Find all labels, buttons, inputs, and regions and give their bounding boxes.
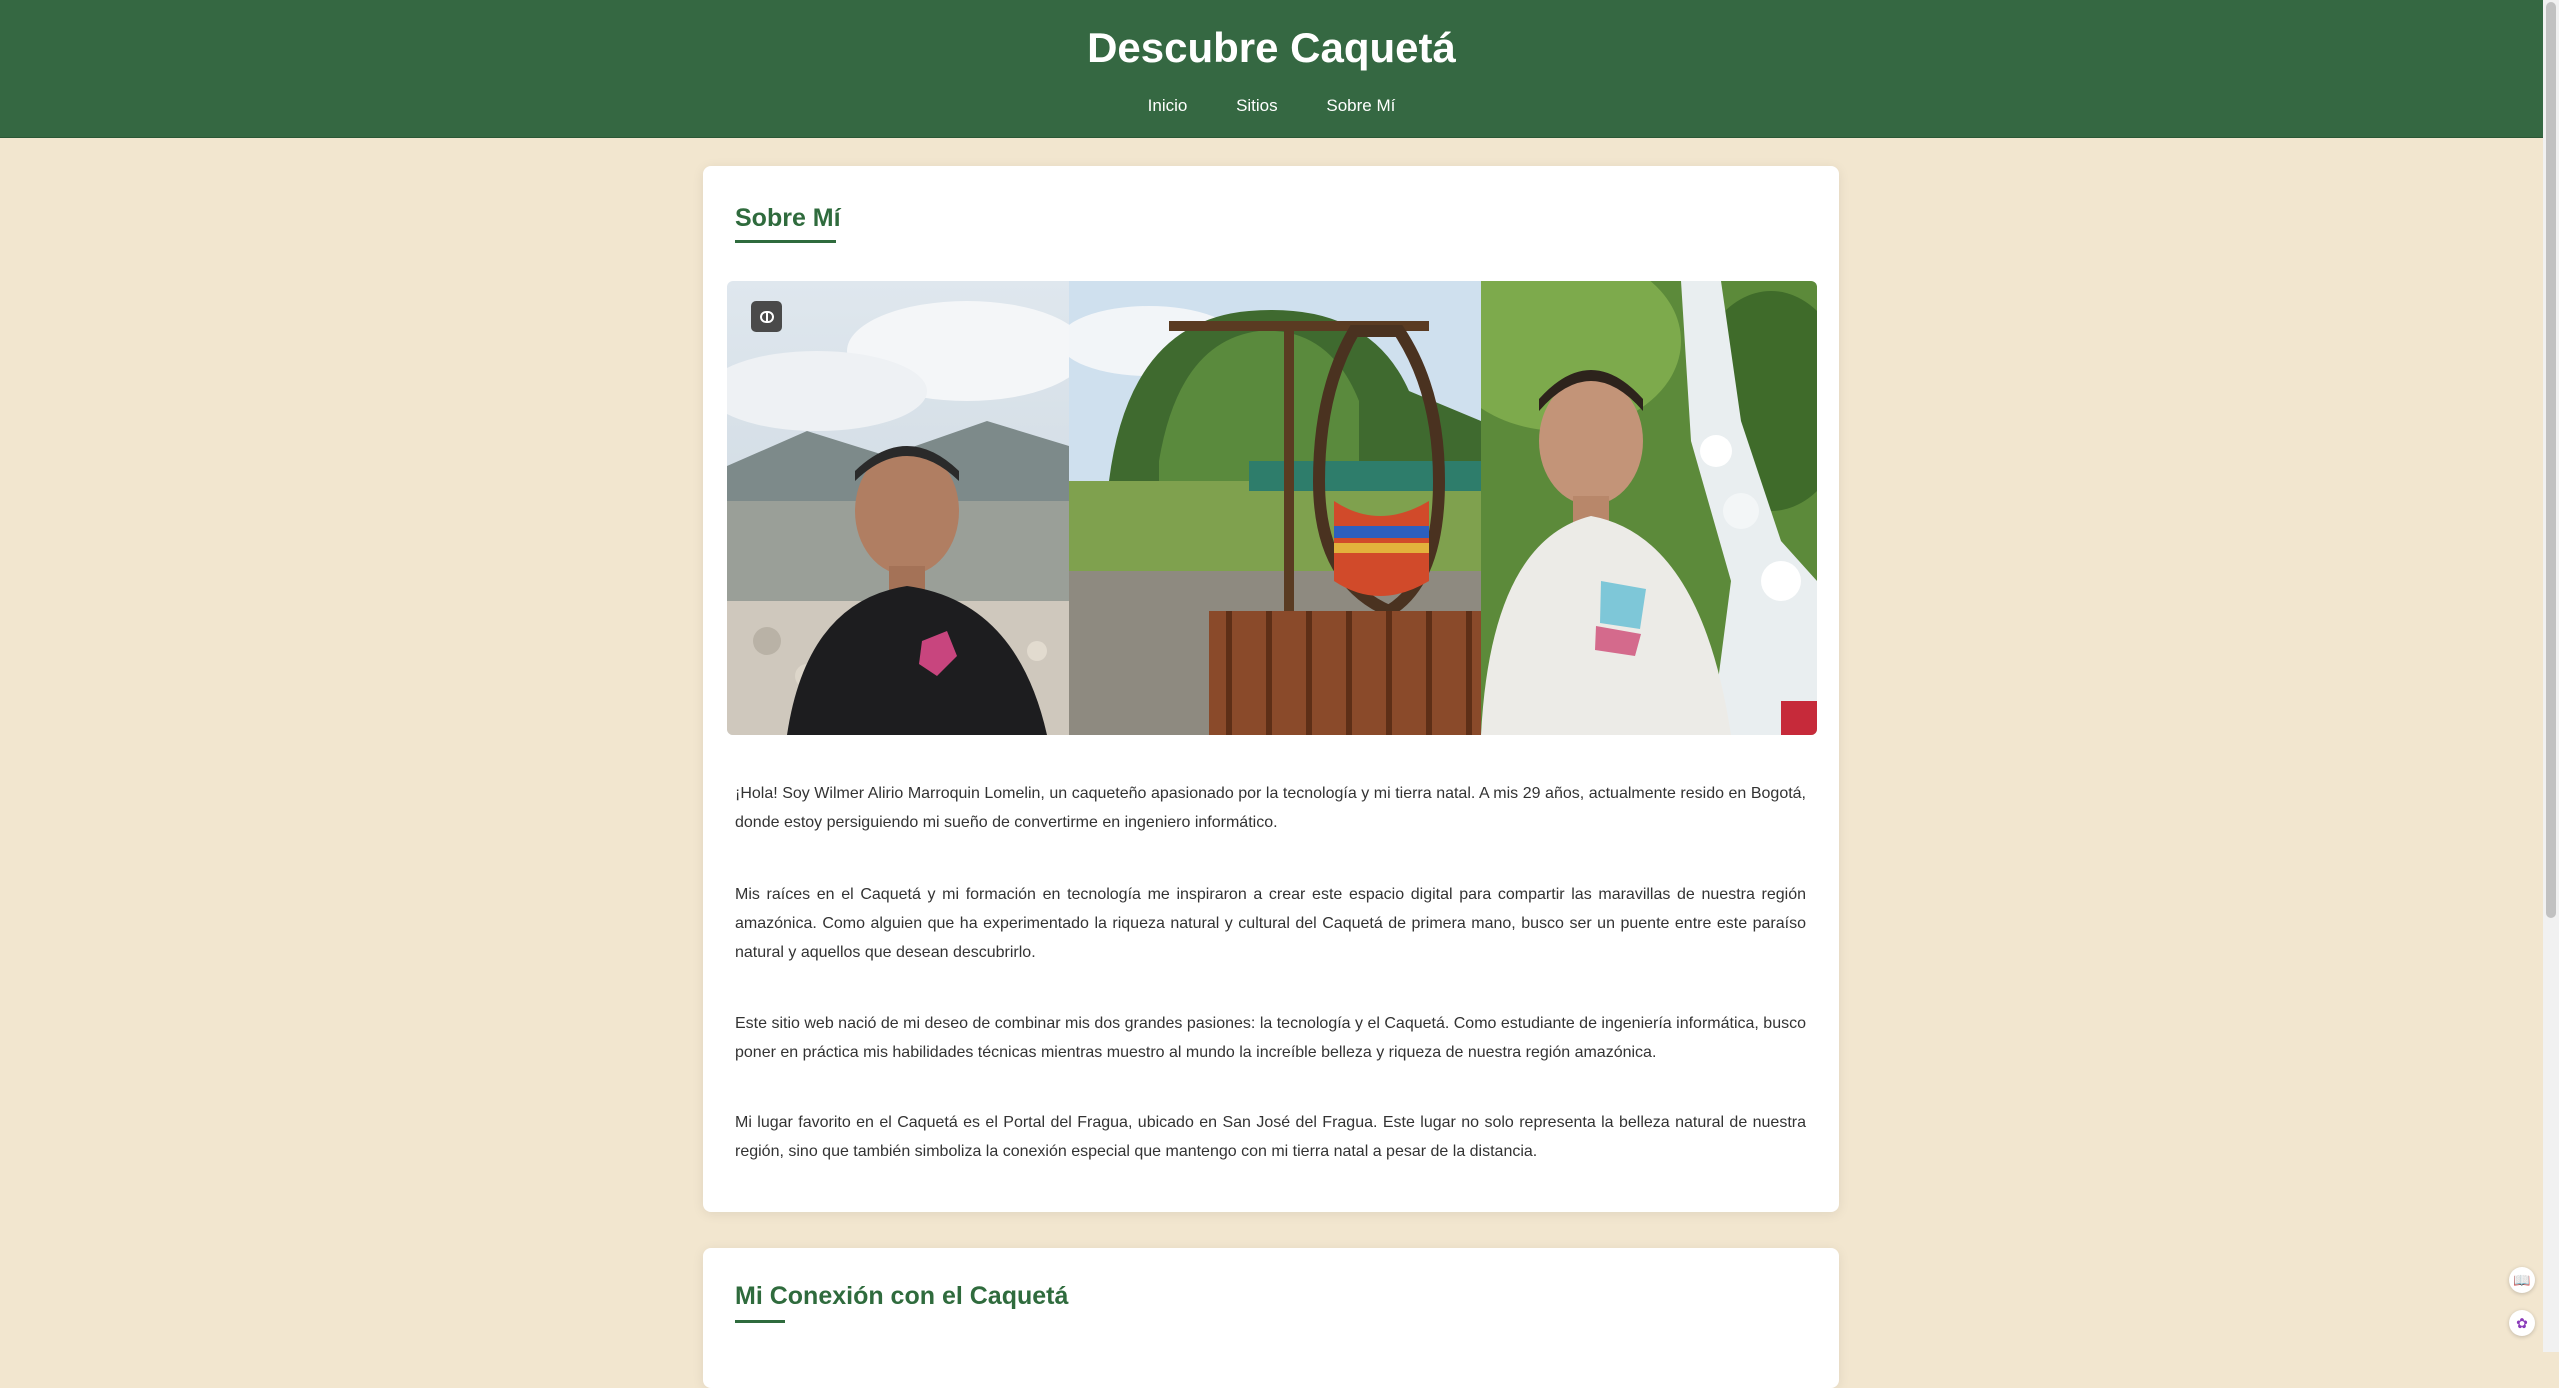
main-nav: Inicio Sitios Sobre Mí <box>0 96 2543 116</box>
photo-gallery <box>727 281 1817 735</box>
nav-link-inicio[interactable]: Inicio <box>1148 96 1188 115</box>
about-paragraph-4: Mi lugar favorito en el Caquetá es el Po… <box>735 1114 1806 1160</box>
nav-link-sobre-mi[interactable]: Sobre Mí <box>1326 96 1395 115</box>
connection-card: Mi Conexión con el Caquetá <box>703 1248 1839 1388</box>
site-header: Descubre Caquetá Inicio Sitios Sobre Mí <box>0 0 2543 138</box>
scrollbar-thumb[interactable] <box>2546 2 2556 918</box>
about-paragraph-2: Mis raíces en el Caquetá y mi formación … <box>735 886 1806 961</box>
page-scrollbar[interactable] <box>2543 0 2559 1352</box>
pause-icon <box>759 310 774 323</box>
about-heading: Sobre Mí <box>735 204 841 232</box>
heading-underline <box>735 1320 785 1323</box>
nav-link-sitios[interactable]: Sitios <box>1236 96 1278 115</box>
brain-icon[interactable]: ✿ <box>2509 1310 2535 1336</box>
book-icon[interactable]: 📖 <box>2509 1267 2535 1293</box>
photo-river-selfie <box>727 281 1069 735</box>
about-paragraph-3: Este sitio web nació de mi deseo de comb… <box>735 1015 1806 1061</box>
connection-heading: Mi Conexión con el Caquetá <box>735 1282 1069 1310</box>
photo-hammock-landscape <box>1069 281 1481 735</box>
site-title: Descubre Caquetá <box>1087 24 1456 71</box>
about-paragraph-1: ¡Hola! Soy Wilmer Alirio Marroquin Lomel… <box>735 785 1806 831</box>
about-card: Sobre Mí ¡Hola! Soy Wilmer Alirio Marroq… <box>703 166 1839 1212</box>
photo-waterfall-selfie <box>1481 281 1817 735</box>
gallery-toggle-button[interactable] <box>751 301 782 332</box>
heading-underline <box>735 240 836 243</box>
